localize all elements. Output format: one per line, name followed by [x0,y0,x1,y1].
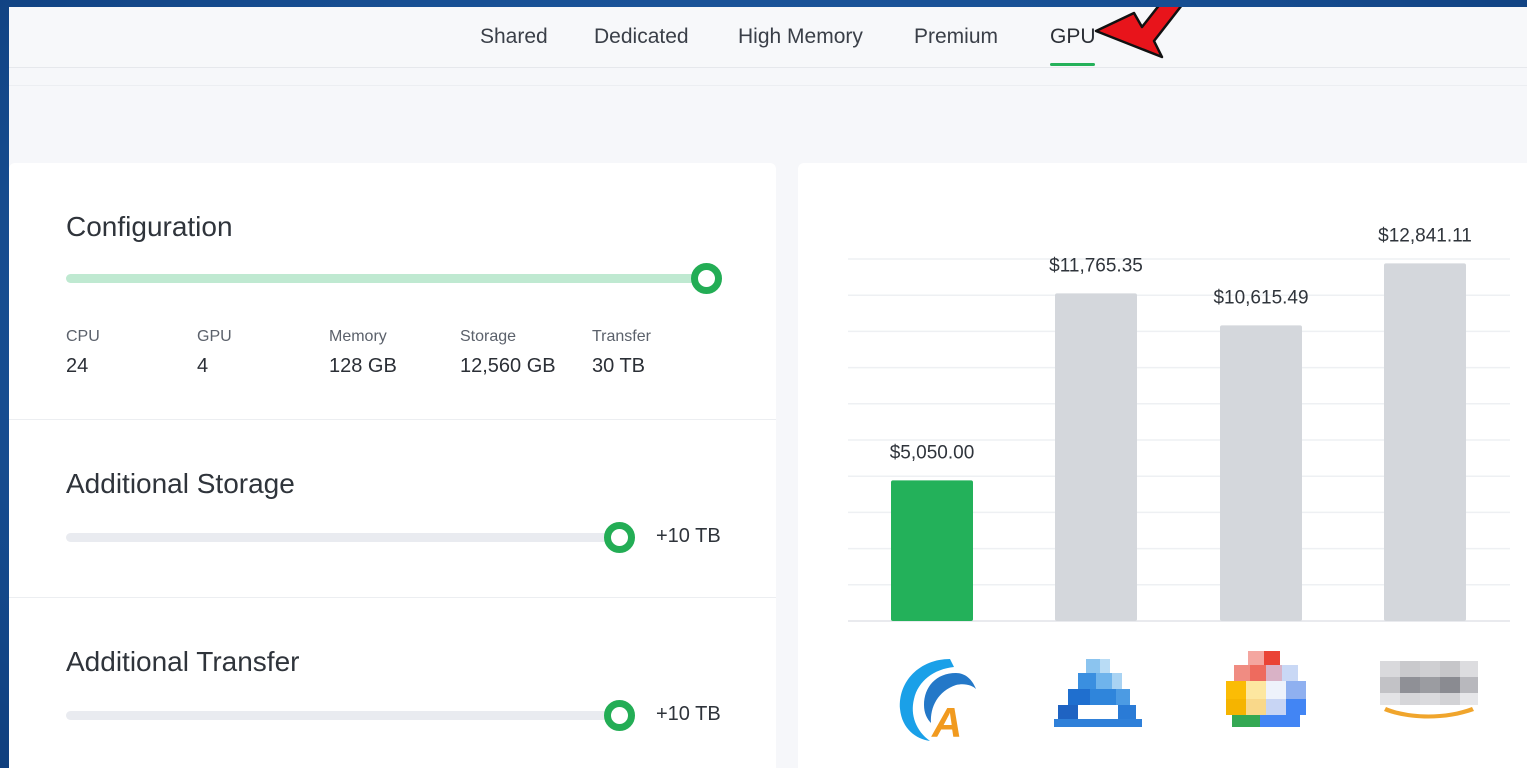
tab-shared[interactable]: Shared [480,25,548,49]
chart-bar-label-1: $5,050.00 [890,442,975,463]
chart-bar-3 [1220,325,1302,621]
chart-bar-label-3: $10,615.49 [1213,287,1308,308]
cpu-label: CPU [66,328,100,345]
chart-bar-2 [1055,293,1137,621]
svg-text:A: A [931,699,962,743]
price-comparison-panel: $5,050.00 $11,765.35 $10,615.49 $12,841.11 … [798,163,1527,768]
additional-storage-section: Additional Storage +10 TB [9,419,776,597]
additional-storage-slider-track[interactable] [66,533,624,542]
storage-label: Storage [460,328,517,345]
additional-storage-slider-handle[interactable] [604,522,635,553]
configuration-title: Configuration [66,211,233,242]
additional-storage-title: Additional Storage [66,468,295,499]
memory-label: Memory [329,328,387,345]
divider [9,85,1527,86]
additional-transfer-slider-track[interactable] [66,711,624,720]
storage-value: 12,560 GB [460,355,556,377]
configuration-panel: Configuration CPU 24 GPU 4 Memory 128 GB… [9,163,776,768]
gpu-value: 4 [197,355,209,377]
transfer-value: 30 TB [592,355,645,377]
chart-bar-4 [1384,263,1466,621]
additional-transfer-slider-handle[interactable] [604,700,635,731]
annotation-arrow-icon [1094,7,1183,59]
provider-blue-logo [1054,659,1142,727]
configuration-slider-handle[interactable] [691,263,722,294]
transfer-label: Transfer [592,328,651,345]
memory-value: 128 GB [329,355,397,377]
additional-storage-value: +10 TB [656,525,721,547]
additional-transfer-title: Additional Transfer [66,646,300,677]
provider-smile-logo [1380,661,1478,719]
tab-dedicated[interactable]: Dedicated [594,25,689,49]
configuration-slider-track[interactable] [66,274,706,283]
cpu-value: 24 [66,355,89,377]
provider-cloud-logo [1226,651,1306,727]
tab-premium[interactable]: Premium [914,25,998,49]
chart-bar-1 [891,480,973,621]
gpu-label: GPU [197,328,232,345]
chart-bar-label-4: $12,841.11 [1378,225,1472,246]
price-comparison-chart: $5,050.00 $11,765.35 $10,615.49 $12,841.11 [848,225,1510,622]
plan-tabs: Shared Dedicated High Memory Premium GPU [9,7,1527,68]
tab-gpu[interactable]: GPU [1050,25,1096,49]
additional-transfer-section: Additional Transfer +10 TB [9,597,776,768]
pricing-page: Shared Dedicated High Memory Premium GPU… [9,7,1527,768]
configuration-section: Configuration CPU 24 GPU 4 Memory 128 GB… [9,163,776,418]
chart-bar-label-2: $11,765.35 [1049,255,1143,276]
active-tab-indicator [1050,63,1095,66]
additional-transfer-value: +10 TB [656,703,721,725]
tab-high-memory[interactable]: High Memory [738,25,863,49]
provider-a-logo: A [899,659,976,743]
